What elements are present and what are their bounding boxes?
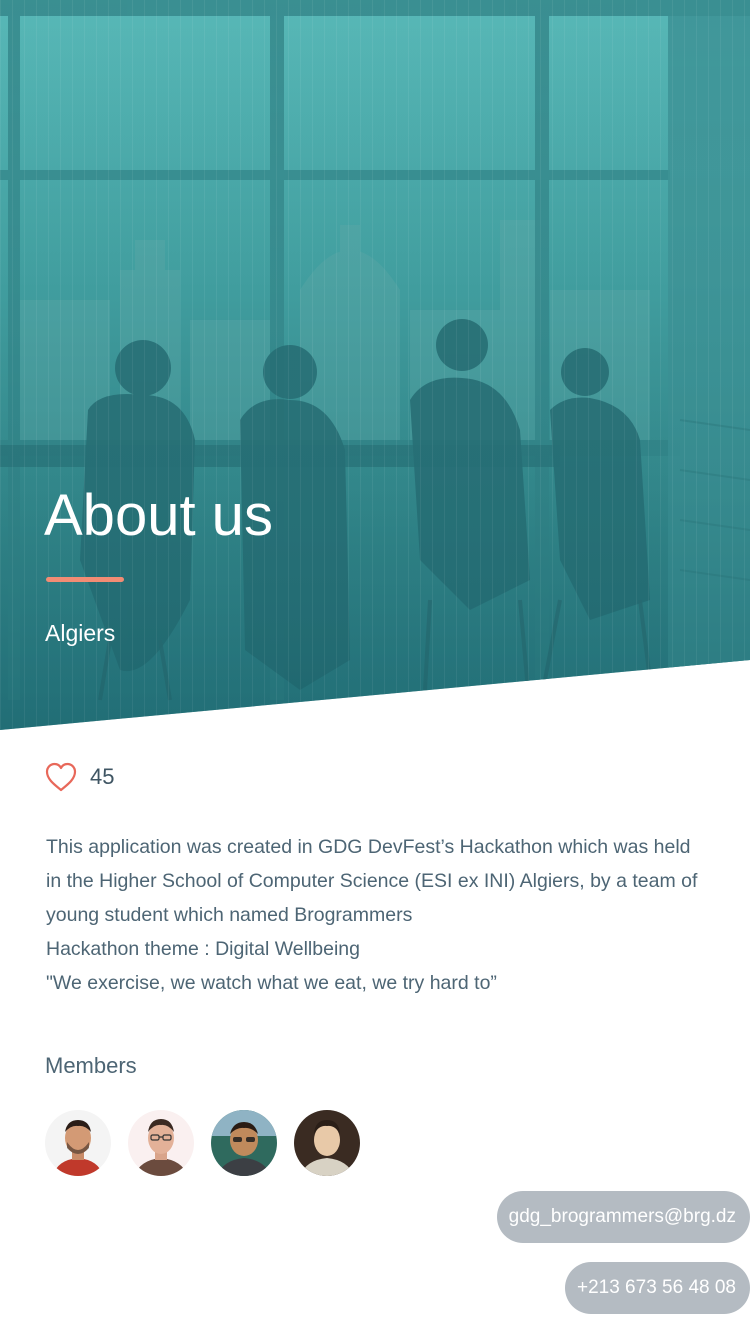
member-avatar-2[interactable] <box>128 1110 194 1176</box>
members-heading: Members <box>45 1053 137 1078</box>
description-line: Hackathon theme : Digital Wellbeing <box>46 938 360 960</box>
description-line: "We exercise, we watch what we eat, we t… <box>46 972 497 994</box>
members-avatar-list <box>45 1110 360 1176</box>
phone-contact-button[interactable]: +213 673 56 48 08 <box>564 1262 750 1314</box>
heart-outline-icon[interactable] <box>44 760 78 794</box>
description-line: in the Higher School of Computer Science… <box>46 870 698 892</box>
member-avatar-3[interactable] <box>211 1110 277 1176</box>
member-avatar-1[interactable] <box>45 1110 111 1176</box>
about-description: This application was created in GDG DevF… <box>46 830 736 1000</box>
about-screen: About us Algiers 45 This application was… <box>0 0 750 1334</box>
hero-banner: About us Algiers <box>0 0 750 730</box>
description-line: This application was created in GDG DevF… <box>46 836 691 858</box>
email-contact-button[interactable]: gdg_brogrammers@brg.dz <box>496 1191 750 1243</box>
like-count: 45 <box>90 764 115 789</box>
description-line: young student which named Brogrammers <box>46 904 413 926</box>
likes-row: 45 <box>44 760 114 794</box>
location-label: Algiers <box>45 620 116 646</box>
member-avatar-4[interactable] <box>294 1110 360 1176</box>
page-title: About us <box>44 483 273 548</box>
title-accent-underline <box>46 577 124 582</box>
